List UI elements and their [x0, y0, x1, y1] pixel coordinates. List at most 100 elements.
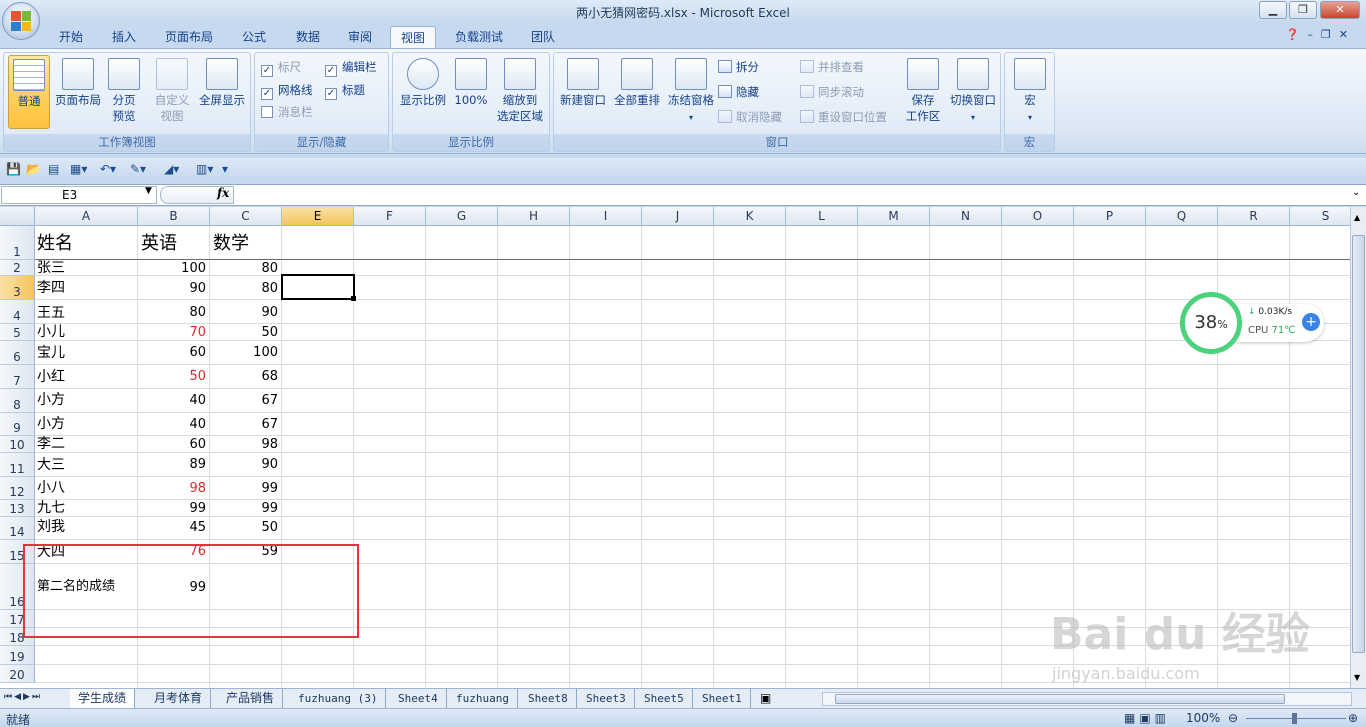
column-header-k[interactable]: K [714, 207, 786, 226]
row-header-7[interactable]: 7 [0, 365, 35, 389]
cell-name[interactable]: 九七 [37, 499, 65, 517]
sheet-tab-sheet4[interactable]: Sheet4 [390, 689, 447, 708]
cell-math[interactable]: 99 [210, 480, 278, 498]
sheet-tab-sheet5[interactable]: Sheet5 [636, 689, 693, 708]
chart-icon[interactable]: ◢▾ [164, 162, 179, 176]
cell-math[interactable]: 80 [210, 260, 278, 278]
row-header-8[interactable]: 8 [0, 389, 35, 413]
page-setup-icon[interactable]: ▦▾ [70, 162, 87, 176]
headings-checkbox[interactable]: ✓ 标题 [325, 80, 365, 100]
cell-english[interactable]: 45 [138, 519, 206, 537]
name-box[interactable]: E3 [1, 186, 157, 204]
cell-name[interactable]: 刘我 [37, 518, 65, 536]
active-cell-selection[interactable] [281, 274, 355, 300]
name-box-dropdown-icon[interactable]: ▼ [145, 186, 152, 196]
expand-formula-icon[interactable]: ⌄ [1352, 187, 1360, 198]
cell-name[interactable]: 大三 [37, 456, 65, 474]
cell-english[interactable]: 40 [138, 416, 206, 434]
column-header-o[interactable]: O [1002, 207, 1074, 226]
cell-math[interactable]: 90 [210, 304, 278, 322]
row-header-3[interactable]: 3 [0, 276, 35, 300]
row-header-14[interactable]: 14 [0, 517, 35, 540]
row-header-4[interactable]: 4 [0, 300, 35, 324]
scroll-up-icon[interactable]: ▲ [1354, 213, 1360, 222]
cell-math[interactable]: 67 [210, 416, 278, 434]
select-all-corner[interactable] [0, 207, 35, 226]
cell-english[interactable]: 100 [138, 260, 206, 278]
custom-views-button[interactable]: 自定义 视图 [150, 55, 194, 124]
zoom-in-icon[interactable]: ⊕ [1348, 711, 1358, 725]
header-cell-math[interactable]: 数学 [213, 233, 249, 255]
tab-data[interactable]: 数据 [288, 26, 328, 48]
row-header-5[interactable]: 5 [0, 324, 35, 341]
row-header-6[interactable]: 6 [0, 341, 35, 365]
row-header-19[interactable]: 19 [0, 646, 35, 665]
sheet-tab-sheet1[interactable]: Sheet1 [694, 689, 751, 708]
sheet-tab-monthly-pe[interactable]: 月考体育 [146, 689, 212, 708]
cell-name[interactable]: 王五 [37, 304, 65, 322]
ruler-checkbox[interactable]: ✓ 标尺 [261, 57, 301, 77]
scroll-down-icon[interactable]: ▼ [1354, 673, 1360, 682]
restore-button[interactable]: ❐ [1289, 1, 1317, 19]
header-cell-name[interactable]: 姓名 [37, 233, 73, 255]
cell-math[interactable]: 98 [210, 436, 278, 454]
zoom-to-selection-button[interactable]: 缩放到 选定区域 [493, 55, 547, 124]
tab-home[interactable]: 开始 [52, 26, 90, 48]
cell-math[interactable]: 50 [210, 324, 278, 342]
switch-windows-button[interactable]: 切换窗口 ▾ [946, 55, 1000, 126]
row-header-13[interactable]: 13 [0, 500, 35, 517]
system-monitor-widget[interactable]: ↓ 0.03K/s CPU 71℃ + 38% [1180, 292, 1328, 354]
vertical-scroll-thumb[interactable] [1352, 235, 1365, 653]
tab-team[interactable]: 团队 [522, 26, 564, 48]
row-header-20[interactable]: 20 [0, 665, 35, 683]
cell-math[interactable]: 68 [210, 368, 278, 386]
tab-review[interactable]: 审阅 [340, 26, 380, 48]
cell-math[interactable]: 90 [210, 456, 278, 474]
open-icon[interactable]: 📂 [26, 162, 41, 176]
hide-button[interactable]: 隐藏 [718, 82, 759, 102]
horizontal-scrollbar[interactable] [822, 692, 1352, 706]
fullscreen-button[interactable]: 全屏显示 [196, 55, 248, 108]
cell-math[interactable]: 99 [210, 500, 278, 518]
cell-english[interactable]: 60 [138, 344, 206, 362]
cell-math[interactable]: 67 [210, 392, 278, 410]
row-header-12[interactable]: 12 [0, 477, 35, 500]
column-header-i[interactable]: I [570, 207, 642, 226]
save-workspace-button[interactable]: 保存 工作区 [900, 55, 946, 124]
help-icon[interactable]: ❓ [1286, 28, 1308, 41]
column-header-r[interactable]: R [1218, 207, 1290, 226]
freeze-panes-button[interactable]: 冻结窗格 ▾ [664, 55, 718, 126]
tab-formulas[interactable]: 公式 [234, 26, 274, 48]
insert-sheet-icon[interactable]: ▣ [760, 691, 771, 705]
cell-english[interactable]: 50 [138, 368, 206, 386]
cell-name[interactable]: 李二 [37, 435, 65, 453]
zoom-level[interactable]: 100% [1186, 711, 1220, 725]
cell-english[interactable]: 90 [138, 280, 206, 298]
tab-view[interactable]: 视图 [390, 26, 436, 48]
cell-english[interactable]: 60 [138, 436, 206, 454]
minimize-button[interactable]: ▁ [1259, 1, 1287, 19]
column-header-j[interactable]: J [642, 207, 714, 226]
row-header-10[interactable]: 10 [0, 436, 35, 453]
view-mode-icons[interactable]: ▦▣▥ [1124, 711, 1170, 725]
column-header-c[interactable]: C [210, 207, 282, 226]
ribbon-close-icon[interactable]: ✕ [1339, 28, 1356, 41]
fill-handle[interactable] [351, 296, 356, 301]
column-header-q[interactable]: Q [1146, 207, 1218, 226]
cell-name[interactable]: 宝儿 [37, 344, 65, 362]
save-icon[interactable]: 💾 [6, 162, 21, 176]
message-bar-checkbox[interactable]: 消息栏 [261, 102, 313, 122]
cell-name[interactable]: 李四 [37, 279, 65, 297]
cell-english[interactable]: 70 [138, 324, 206, 342]
sheet-tab-fuzhuang[interactable]: fuzhuang [448, 689, 518, 708]
column-header-p[interactable]: P [1074, 207, 1146, 226]
table-icon[interactable]: ▥▾ [196, 162, 213, 176]
undo-icon[interactable]: ↶▾ [100, 162, 116, 176]
column-header-n[interactable]: N [930, 207, 1002, 226]
cell-name[interactable]: 张三 [37, 259, 65, 277]
cell-english[interactable]: 98 [138, 480, 206, 498]
row-header-1[interactable]: 1 [0, 226, 35, 260]
sheet-tab-sheet3[interactable]: Sheet3 [578, 689, 635, 708]
sheet-tab-sheet8[interactable]: Sheet8 [520, 689, 577, 708]
cell-english[interactable]: 99 [138, 500, 206, 518]
